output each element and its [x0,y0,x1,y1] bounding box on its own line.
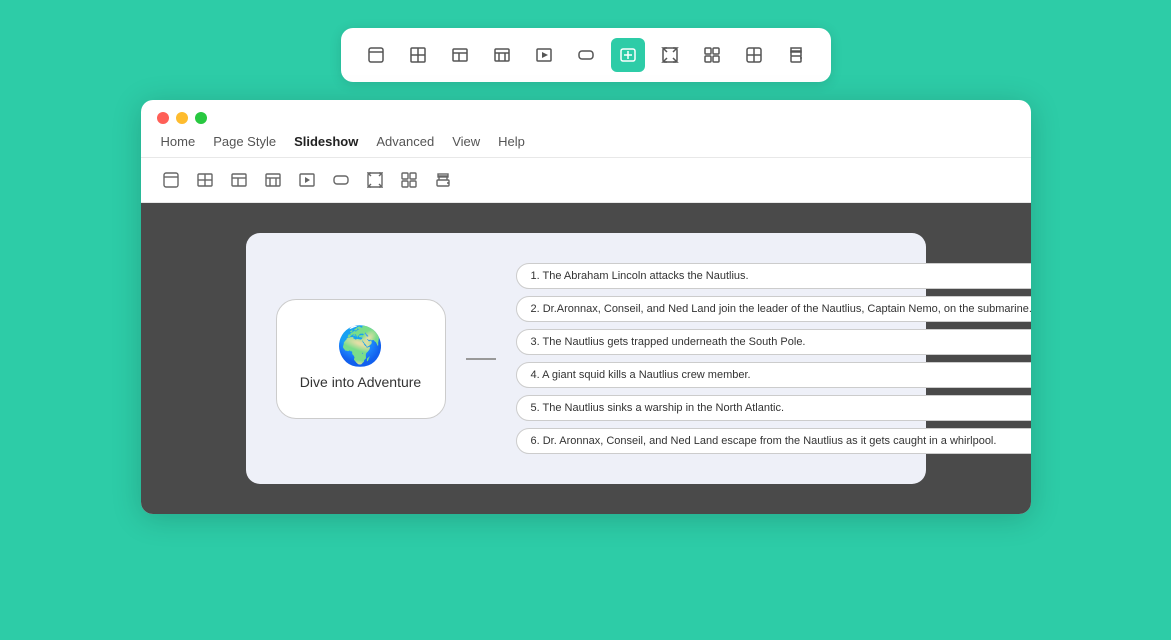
inner-btn-7[interactable] [361,166,389,194]
app-window: Home Page Style Slideshow Advanced View … [141,100,1031,514]
right-items: 1. The Abraham Lincoln attacks the Nautl… [516,263,1031,454]
menu-home[interactable]: Home [161,134,196,149]
top-btn-grid[interactable] [695,38,729,72]
top-toolbar [341,28,831,82]
list-item: 2. Dr.Aronnax, Conseil, and Ned Land joi… [516,296,1031,322]
window-maximize-btn[interactable] [195,112,207,124]
inner-btn-5[interactable] [293,166,321,194]
top-btn-print[interactable] [779,38,813,72]
inner-btn-8[interactable] [395,166,423,194]
top-btn-active[interactable] [611,38,645,72]
top-btn-expand[interactable] [653,38,687,72]
center-node-text: Dive into Adventure [300,374,421,390]
top-btn-grid2[interactable] [737,38,771,72]
canvas-area: 🌍 Dive into Adventure 1. The Abraham Lin… [141,203,1031,514]
menu-bar: Home Page Style Slideshow Advanced View … [141,124,1031,158]
window-minimize-btn[interactable] [176,112,188,124]
list-item: 1. The Abraham Lincoln attacks the Nautl… [516,263,1031,289]
top-btn-table3[interactable] [485,38,519,72]
top-btn-input[interactable] [569,38,603,72]
inner-btn-2[interactable] [191,166,219,194]
top-btn-play[interactable] [527,38,561,72]
menu-view[interactable]: View [452,134,480,149]
connector-line [466,358,496,360]
top-btn-table2[interactable] [443,38,477,72]
inner-toolbar [141,158,1031,203]
menu-slideshow[interactable]: Slideshow [294,134,358,149]
menu-help[interactable]: Help [498,134,525,149]
inner-btn-1[interactable] [157,166,185,194]
inner-btn-9[interactable] [429,166,457,194]
menu-advanced[interactable]: Advanced [376,134,434,149]
slide-card: 🌍 Dive into Adventure 1. The Abraham Lin… [246,233,926,484]
top-btn-frame[interactable] [359,38,393,72]
window-close-btn[interactable] [157,112,169,124]
list-item: 4. A giant squid kills a Nautlius crew m… [516,362,1031,388]
window-titlebar [141,100,1031,124]
center-node: 🌍 Dive into Adventure [276,299,446,419]
globe-icon: 🌍 [337,328,384,366]
menu-page-style[interactable]: Page Style [213,134,276,149]
list-item: 5. The Nautlius sinks a warship in the N… [516,395,1031,421]
inner-btn-6[interactable] [327,166,355,194]
list-item: 6. Dr. Aronnax, Conseil, and Ned Land es… [516,428,1031,454]
inner-btn-4[interactable] [259,166,287,194]
inner-btn-3[interactable] [225,166,253,194]
top-btn-table[interactable] [401,38,435,72]
list-item: 3. The Nautlius gets trapped underneath … [516,329,1031,355]
